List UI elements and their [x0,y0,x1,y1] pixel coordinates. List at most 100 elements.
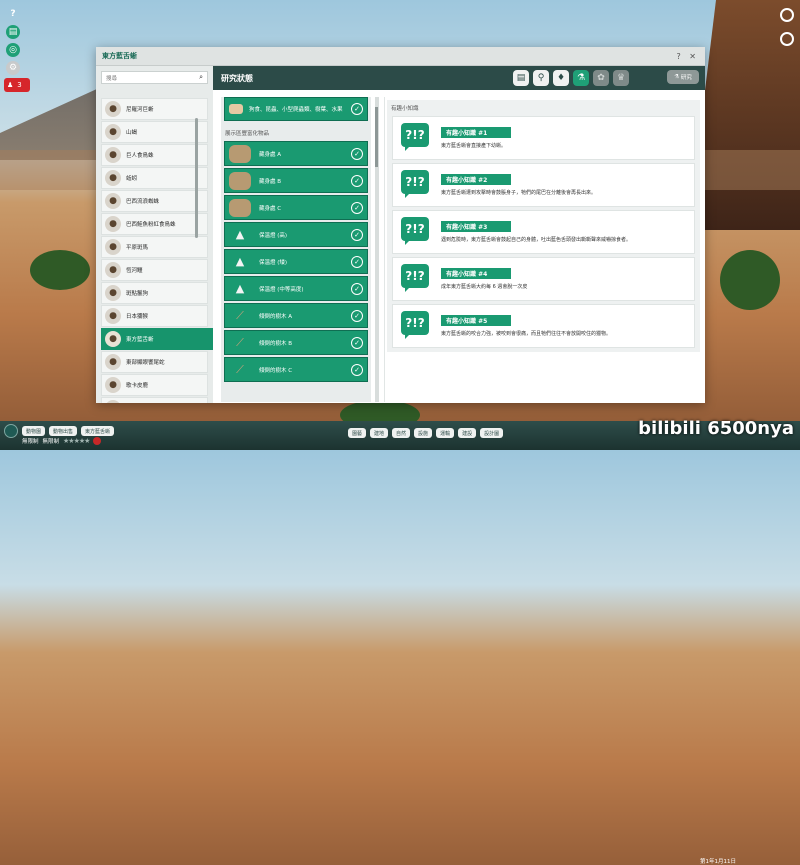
search-input[interactable]: 搜尋 ⌕ [101,71,208,84]
search-placeholder: 搜尋 [106,75,118,82]
diet-text: 狗食、昆蟲、小型爬蟲類、樹葉、水果 [249,107,343,113]
enrichment-item[interactable]: 藏身處 A ✓ [224,141,368,166]
species-name: 歌卡皮鹿 [126,383,149,389]
enrichment-item[interactable]: 藏身處 C ✓ [224,195,368,220]
funds-row: 無限制 無限制 ★★★★★ [22,437,102,445]
okapi-icon: ● [105,377,121,393]
species-item[interactable]: ● 恆河鱷 [101,259,208,281]
monitor-lizard-icon: ● [105,101,121,117]
check-icon: ✓ [351,255,363,268]
enrichment-item[interactable]: 藏身處 B ✓ [224,168,368,193]
window-titlebar: 東方藍舌蜥 ? ✕ [96,47,705,66]
search-icon[interactable]: ⌕ [199,73,203,82]
enrichment-label: 保溫燈 (中等高度) [259,286,304,293]
species-name: 東方藍舌蜥 [126,337,154,343]
species-item[interactable]: ● 平原斑馬 [101,236,208,258]
fact-title: 有趣小知識 #3 [441,221,511,232]
species-name: 恆河鱷 [126,268,143,274]
palm-plant [720,250,780,310]
spider-icon: ● [105,216,121,232]
build-tab-button[interactable]: 園藝 [348,428,367,438]
check-icon: ✓ [351,174,363,187]
person-icon: ♟ [7,81,14,89]
build-tab-button[interactable]: 建設 [458,428,477,438]
species-name: 日本獼猴 [126,314,149,320]
species-item[interactable]: ●死亡蛇 [101,397,208,403]
species-item[interactable]: ● 尼羅河巨蜥 [101,98,208,120]
circle-icon[interactable] [780,8,794,22]
build-tab-button[interactable]: 設施 [414,428,433,438]
staff-alert-button[interactable]: ♟ 3 [4,78,30,92]
species-sidebar: 搜尋 ⌕ ● 尼羅河巨蜥 ● 山蝎 ● 巨人食鳥蛛 ● 蚯蚓 ● 巴西流浪蜘蛛 ● 巴西鮭魚粉紅食鳥蛛… [96,66,213,403]
species-name: 巨人食鳥蛛 [126,153,154,159]
check-icon: ✓ [351,336,363,349]
enrichment-label: 傾倒的樹木 A [259,313,293,320]
notebook-icon[interactable]: ▤ [6,25,20,39]
ledger-icon[interactable]: ▤ [513,70,529,86]
species-item[interactable]: ● 東方藍舌蜥 [101,328,213,350]
research-scrollbar[interactable] [375,97,379,402]
scorpion-icon: ● [105,124,121,140]
left-hud: ? ▤ ◎ ⚙ [4,4,22,79]
gharial-icon: ● [105,262,121,278]
enrichment-item[interactable]: ⟋ 傾倒的樹木 A ✓ [224,303,368,328]
help-icon[interactable]: ? [6,7,20,21]
fun-fact-card: ?!? 有趣小知識 #1 東方藍舌蜥會直接產下幼蜥。 [392,116,695,160]
research-column: 狗食、昆蟲、小型爬蟲類、樹葉、水果 ✓ 展示區豐富化物品 藏身處 A ✓ 藏身處 B… [221,97,379,402]
trophy-icon[interactable]: ♛ [613,70,629,86]
watermark: bilibili 6500nya [638,418,794,439]
zoo-button[interactable]: 動物園 [22,426,46,436]
enrichment-list: 藏身處 A ✓ 藏身處 B ✓ 藏身處 C ✓ ▲ 保溫燈 (高) ✓ ▲ 保溫燈 (矮) ✓ ▲ 保溫燈… [221,141,371,382]
window-controls[interactable]: ? ✕ [677,52,700,61]
species-item[interactable]: ● 日本獼猴 [101,305,208,327]
species-item[interactable]: ● 山蝎 [101,121,208,143]
speech-bubble-icon: ?!? [401,170,431,200]
species-item[interactable]: ● 蚯蚓 [101,167,208,189]
research-button[interactable]: ⚗ 研究 [667,70,699,84]
check-icon: ✓ [351,309,363,322]
species-item[interactable]: ● 巨人食鳥蛛 [101,144,208,166]
skink-icon: ● [105,331,121,347]
species-name: 尼羅河巨蜥 [126,107,154,113]
fun-fact-card: ?!? 有趣小知識 #3 遇到危險時，東方藍舌蜥會鼓起自己的身體，吐出藍色舌頭發出嘶… [392,210,695,254]
sack-icon[interactable]: ♦ [553,70,569,86]
build-tab-button[interactable]: 運輸 [436,428,455,438]
species-name: 平原斑馬 [126,245,149,251]
research-header: 研究狀態 ▤ ⚲ ♦ ⚗ ✿ ♛ ⚗ 研究 [213,66,705,90]
fun-fact-card: ?!? 有趣小知識 #4 成年東方藍舌蜥大約每 6 週會脫一次皮 [392,257,695,301]
animal-sale-button[interactable]: 動物出售 [49,426,78,436]
paw-icon[interactable]: ✿ [593,70,609,86]
diet-row[interactable]: 狗食、昆蟲、小型爬蟲類、樹葉、水果 ✓ [224,97,368,121]
settings-icon[interactable]: ⚙ [6,61,20,75]
rating-stars: ★★★★★ [63,437,90,445]
alert-dot[interactable] [93,437,102,445]
enrichment-item[interactable]: ⟋ 傾倒的樹木 C ✓ [224,357,368,382]
fact-text: 東方藍舌蜥遭到攻擊時會鼓脹身子，牠們的尾巴在分離後會再長出來。 [441,190,597,196]
wood-icon: ⟋ [236,308,244,322]
food-icon[interactable]: ⚲ [533,70,549,86]
enrichment-item[interactable]: ▲ 保溫燈 (中等高度) ✓ [224,276,368,301]
lamp-icon: ▲ [235,228,245,241]
species-item[interactable]: ● 巴西流浪蜘蛛 [101,190,208,212]
speech-bubble-icon: ?!? [401,311,431,341]
species-button[interactable]: 東方藍舌蜥 [81,426,115,436]
build-tab-button[interactable]: 建地 [370,428,389,438]
flask-icon[interactable]: ⚗ [573,70,589,86]
enrichment-item[interactable]: ▲ 保溫燈 (矮) ✓ [224,249,368,274]
menu-circle-icon[interactable] [4,424,18,438]
enrichment-item[interactable]: ▲ 保溫燈 (高) ✓ [224,222,368,247]
species-item[interactable]: ● 斑點鬣狗 [101,282,208,304]
zoo-nav-row: 動物園 動物出售 東方藍舌蜥 [4,424,115,438]
speech-bubble-icon: ?!? [401,123,431,153]
species-item[interactable]: ● 巴西鮭魚粉紅食鳥蛛 [101,213,208,235]
food-bowl-icon [229,104,243,114]
species-scrollbar[interactable] [195,118,198,238]
enrichment-item[interactable]: ⟋ 傾倒的樹木 B ✓ [224,330,368,355]
circle-icon[interactable] [780,32,794,46]
rock-icon [229,171,251,190]
build-tab-button[interactable]: 設計圖 [480,428,504,438]
species-item[interactable]: ● 歌卡皮鹿 [101,374,208,396]
build-tab-button[interactable]: 自然 [392,428,411,438]
globe-icon[interactable]: ◎ [6,43,20,57]
species-item[interactable]: ● 東部顯眼響尾蛇 [101,351,208,373]
